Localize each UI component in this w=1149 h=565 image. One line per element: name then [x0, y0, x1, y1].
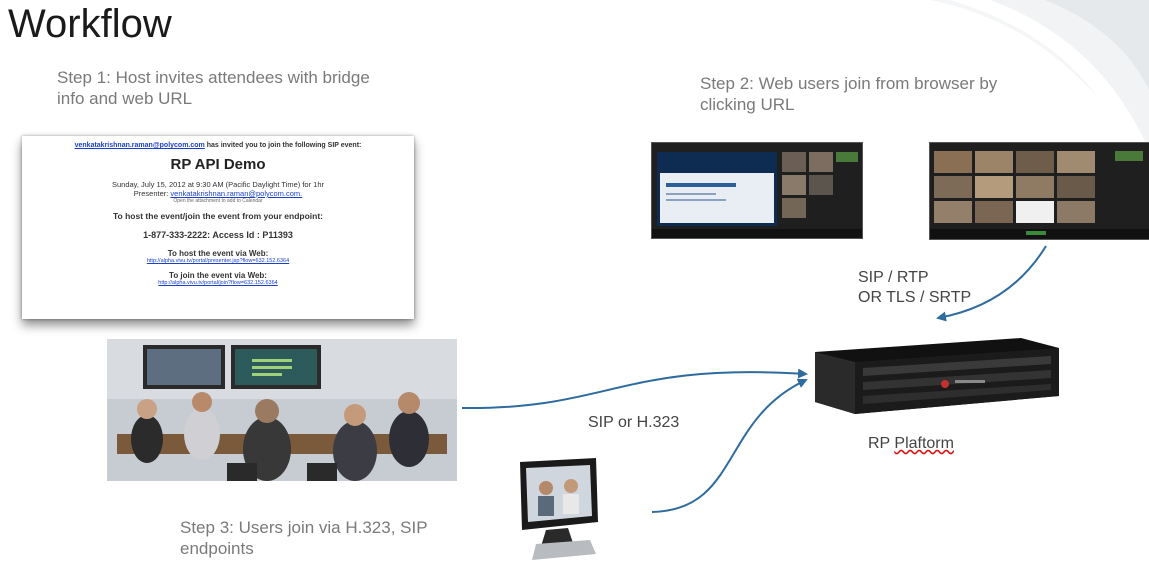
connector-arrows	[461, 245, 1047, 513]
sip-rtp-label: SIP / RTP OR TLS / SRTP	[858, 268, 971, 308]
sip-rtp-line1: SIP / RTP	[858, 269, 929, 286]
sip-rtp-line2: OR TLS / SRTP	[858, 289, 972, 306]
rp-platform-word: Plaftorm	[894, 435, 954, 452]
sip-or-h323-label: SIP or H.323	[588, 414, 680, 431]
phone-to-rp-arrow	[651, 378, 808, 513]
rp-platform-prefix: RP	[868, 435, 895, 452]
rp-platform-label: RP Plaftorm	[868, 434, 954, 454]
room-to-rp-arrow	[461, 368, 808, 410]
